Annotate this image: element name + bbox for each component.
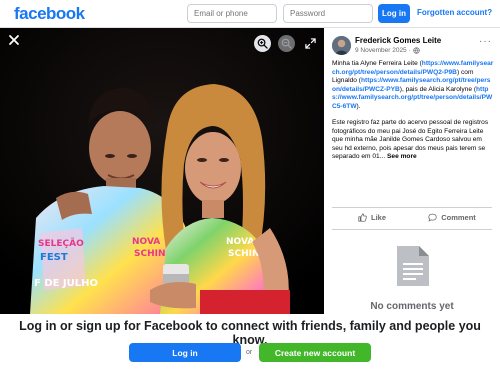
expand-icon xyxy=(305,38,316,49)
password-field[interactable] xyxy=(283,4,373,23)
post-text-mid2: ), pais de Alicia Karolyne ( xyxy=(399,85,477,93)
post-paragraph-1: Minha tia Alyne Ferreira Leite (https://… xyxy=(332,60,494,111)
banner-login-button[interactable]: Log in xyxy=(129,343,241,362)
zoom-in-icon xyxy=(257,38,268,49)
see-more-link[interactable]: See more xyxy=(387,153,417,160)
post-actions: Like Comment xyxy=(332,209,492,225)
fullscreen-button[interactable] xyxy=(302,35,319,52)
more-options-button[interactable]: ··· xyxy=(479,36,492,47)
avatar-image xyxy=(332,36,351,55)
svg-text:FEST: FEST xyxy=(40,252,68,263)
svg-text:NOVA: NOVA xyxy=(226,237,254,247)
post-text-end: ). xyxy=(356,102,361,110)
separator-dot: · xyxy=(408,47,411,54)
post-text: Minha tia Alyne Ferreira Leite (https://… xyxy=(332,60,494,162)
divider xyxy=(332,207,492,208)
like-label: Like xyxy=(370,212,386,222)
or-separator: or xyxy=(246,349,253,356)
zoom-in-button[interactable] xyxy=(254,35,271,52)
post-date[interactable]: 9 November 2025 xyxy=(355,47,407,54)
post-text-intro: Minha tia Alyne Ferreira Leite ( xyxy=(332,60,422,67)
svg-text:SCHIN: SCHIN xyxy=(228,249,260,259)
zoom-out-button[interactable] xyxy=(278,35,295,52)
email-field[interactable] xyxy=(187,4,277,23)
signup-prompt: Log in or sign up for Facebook to connec… xyxy=(19,319,481,347)
zoom-out-icon xyxy=(281,38,292,49)
thumbs-up-icon xyxy=(358,212,367,222)
svg-text:F DE JULHO: F DE JULHO xyxy=(34,278,98,289)
close-button[interactable] xyxy=(6,32,22,48)
post-paragraph-2: Este registro faz parte do acervo pessoa… xyxy=(332,119,494,162)
svg-text:SELEÇÃO: SELEÇÃO xyxy=(38,238,84,249)
comment-icon xyxy=(428,213,437,222)
post-author[interactable]: Frederick Gomes Leite xyxy=(355,36,441,45)
comment-button[interactable]: Comment xyxy=(412,209,492,225)
facebook-logo[interactable]: facebook xyxy=(14,4,85,24)
photo-viewer: SELEÇÃO FEST F DE JULHO NOVA SCHIN NOVA … xyxy=(0,28,324,314)
divider xyxy=(332,229,492,230)
more-options-icon: ··· xyxy=(479,36,492,47)
create-account-button[interactable]: Create new account xyxy=(259,343,371,362)
post-photo: SELEÇÃO FEST F DE JULHO NOVA SCHIN NOVA … xyxy=(0,28,324,314)
post-meta: 9 November 2025 · xyxy=(355,47,420,54)
comment-label: Comment xyxy=(441,212,476,222)
forgotten-account-link[interactable]: Forgotten account? xyxy=(417,8,492,17)
signup-banner: Log in or sign up for Facebook to connec… xyxy=(0,314,500,375)
no-comments-message: No comments yet xyxy=(370,301,454,312)
top-bar: facebook Log in Forgotten account? xyxy=(0,0,500,28)
svg-text:NOVA: NOVA xyxy=(132,237,160,247)
post-details-panel: Frederick Gomes Leite 9 November 2025 · … xyxy=(324,28,500,314)
header-login-button[interactable]: Log in xyxy=(378,4,410,23)
globe-icon xyxy=(413,47,420,54)
like-button[interactable]: Like xyxy=(332,209,412,225)
close-icon xyxy=(9,35,19,45)
svg-text:SCHIN: SCHIN xyxy=(134,249,166,259)
document-icon xyxy=(397,246,429,286)
avatar[interactable] xyxy=(332,36,351,55)
